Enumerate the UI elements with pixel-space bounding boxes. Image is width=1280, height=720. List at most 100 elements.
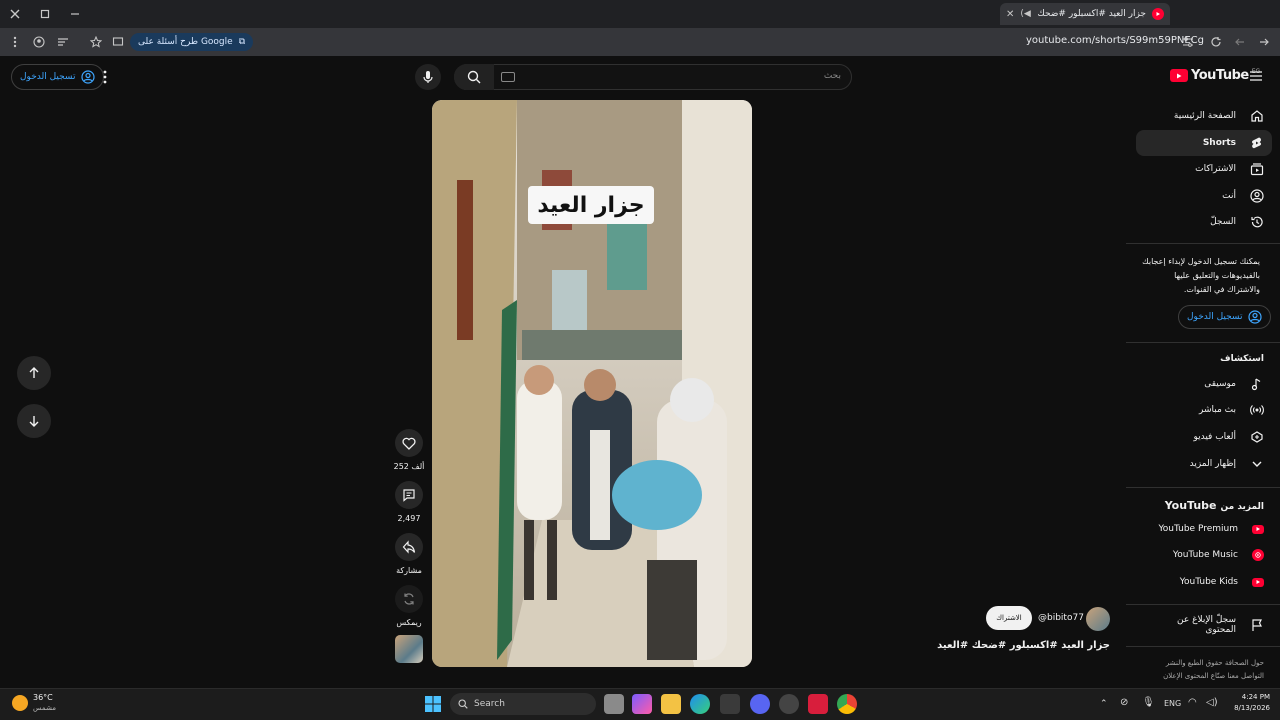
chrome-icon[interactable] — [837, 694, 857, 714]
clock[interactable]: 4:24 PM 8/13/2026 — [1224, 692, 1270, 714]
profile-icon[interactable] — [29, 32, 49, 52]
youtube-logo[interactable]: YouTube EG — [1170, 68, 1260, 83]
edge-icon[interactable] — [690, 694, 710, 714]
short-video-player[interactable]: جزار العيد — [432, 100, 752, 667]
sidebar-divider — [1126, 243, 1280, 244]
taskbar-search[interactable]: Search — [450, 693, 596, 715]
ask-google-chip[interactable]: طرح أسئلة على Google ⧉ — [130, 33, 254, 51]
file-explorer-icon[interactable] — [661, 694, 681, 714]
remix-button[interactable] — [395, 585, 423, 613]
like-button[interactable] — [395, 429, 423, 457]
video-caption-overlay: جزار العيد — [528, 186, 654, 224]
github-desktop-icon[interactable] — [779, 694, 799, 714]
microsoft-store-icon[interactable] — [720, 694, 740, 714]
previous-short-button[interactable] — [17, 356, 51, 390]
sidebar-item-home[interactable]: الصفحة الرئيسية — [1136, 103, 1272, 129]
channel-name[interactable]: @bibito77 — [1038, 613, 1084, 623]
search-input[interactable]: بحث — [454, 64, 852, 90]
window-close-icon[interactable] — [5, 4, 25, 24]
more-from-brand: YouTube — [1164, 499, 1217, 512]
audio-thumbnail[interactable] — [395, 635, 423, 663]
sidebar-item-live[interactable]: بث مباشر — [1136, 397, 1272, 423]
sidebar-item-show-more[interactable]: إظهار المزيد — [1136, 451, 1272, 477]
gaming-icon — [1250, 430, 1264, 444]
sidebar-item-label: موسيقى — [1204, 379, 1236, 389]
install-app-icon[interactable] — [108, 32, 128, 52]
you-icon — [1250, 189, 1264, 203]
copilot-icon[interactable] — [632, 694, 652, 714]
arrow-up-icon — [27, 366, 41, 380]
footer-links-2[interactable]: التواصل معنا صنّاع المحتوى الإعلان — [1163, 672, 1264, 680]
shorts-icon — [1250, 136, 1264, 150]
sidebar-item-label: بث مباشر — [1199, 405, 1236, 415]
youtube-favicon-icon — [1152, 8, 1164, 20]
browser-tab-bar: جزار العيد #اكسبلور #ضحك # ◀) ✕ — [0, 0, 1280, 28]
search-button[interactable] — [454, 64, 494, 90]
account-icon — [81, 70, 96, 84]
weather-temp: 36°C — [33, 693, 53, 702]
explore-section-title: استكشاف — [1220, 354, 1264, 364]
window-minimize-icon[interactable] — [65, 4, 85, 24]
browser-tab-active[interactable]: جزار العيد #اكسبلور #ضحك # ◀) ✕ — [1000, 3, 1170, 25]
comments-button[interactable] — [395, 481, 423, 509]
forward-icon[interactable] — [1230, 32, 1250, 52]
more-options-icon[interactable] — [103, 70, 107, 84]
remix-icon — [402, 592, 416, 606]
keyboard-icon[interactable] — [501, 72, 515, 82]
sidebar-signin-label: تسجيل الدخول — [1187, 312, 1243, 322]
share-icon — [402, 540, 416, 554]
browser-menu-icon[interactable] — [5, 32, 25, 52]
share-button[interactable] — [395, 533, 423, 561]
sidebar-item-label: YouTube Premium — [1158, 524, 1238, 534]
google-lens-icon: ⧉ — [238, 37, 246, 47]
live-icon — [1250, 403, 1264, 417]
sidebar-item-youtube-kids[interactable]: YouTube Kids — [1136, 569, 1272, 595]
reload-icon[interactable] — [1206, 32, 1226, 52]
sidebar-signin-button[interactable]: تسجيل الدخول — [1178, 305, 1272, 329]
voice-search-button[interactable] — [415, 64, 441, 90]
share-label: مشاركة — [396, 566, 422, 575]
heart-icon — [402, 437, 416, 450]
header-signin-button[interactable]: تسجيل الدخول — [11, 64, 105, 90]
youtube-premium-icon — [1252, 524, 1264, 534]
sidebar-item-history[interactable]: السجلّ — [1136, 209, 1272, 235]
sidebar-item-report-history[interactable]: سجلّ الإبلاغ عن المحتوى — [1136, 612, 1272, 638]
sidebar-divider — [1126, 604, 1280, 605]
tab-title: جزار العيد #اكسبلور #ضحك # — [1036, 9, 1146, 19]
subscriptions-icon — [1250, 162, 1264, 176]
history-icon — [1250, 215, 1264, 229]
network-icon[interactable]: ⊘ — [1120, 697, 1128, 708]
sidebar-item-shorts[interactable]: Shorts — [1136, 130, 1272, 156]
sidebar-item-you[interactable]: أنت — [1136, 183, 1272, 209]
search-icon — [458, 699, 468, 709]
short-title[interactable]: جزار العيد #اكسبلور #ضحك #العيد — [937, 640, 1110, 651]
wifi-icon[interactable]: ◠ — [1188, 697, 1197, 708]
bookmark-star-icon[interactable] — [86, 32, 106, 52]
sidebar-item-music[interactable]: موسيقى — [1136, 371, 1272, 397]
microphone-tray-icon[interactable]: 🎙︎ — [1142, 697, 1155, 708]
hamburger-menu-icon[interactable] — [1250, 71, 1262, 81]
sidebar-item-youtube-premium[interactable]: YouTube Premium — [1136, 516, 1272, 542]
microphone-icon — [423, 70, 433, 84]
language-indicator[interactable]: ENG — [1164, 699, 1181, 708]
task-view-icon[interactable] — [604, 694, 624, 714]
weather-widget[interactable]: 36°C مشمس — [12, 693, 56, 713]
discord-icon[interactable] — [750, 694, 770, 714]
footer-links-1[interactable]: حول الصحافة حقوق الطبع والنشر — [1166, 659, 1264, 667]
back-icon[interactable] — [1254, 32, 1274, 52]
next-short-button[interactable] — [17, 404, 51, 438]
windows-start-icon[interactable] — [425, 696, 441, 712]
audio-playing-icon[interactable]: ◀) — [1020, 9, 1030, 19]
tray-overflow-icon[interactable]: ⌃ — [1100, 699, 1108, 709]
pocket-icon[interactable] — [808, 694, 828, 714]
volume-icon[interactable]: ◁) — [1206, 697, 1218, 708]
window-restore-icon[interactable] — [35, 4, 55, 24]
subscribe-button[interactable]: الاشتراك — [986, 606, 1032, 630]
reading-list-icon[interactable] — [53, 32, 73, 52]
sidebar-item-subscriptions[interactable]: الاشتراكات — [1136, 156, 1272, 182]
sidebar-item-youtube-music[interactable]: YouTube Music — [1136, 542, 1272, 568]
channel-avatar[interactable] — [1086, 607, 1110, 631]
sidebar-item-gaming[interactable]: ألعاب فيديو — [1136, 424, 1272, 450]
tab-close-icon[interactable]: ✕ — [1006, 9, 1014, 20]
url-text[interactable]: youtube.com/shorts/S99m59PNECg — [1026, 35, 1204, 46]
